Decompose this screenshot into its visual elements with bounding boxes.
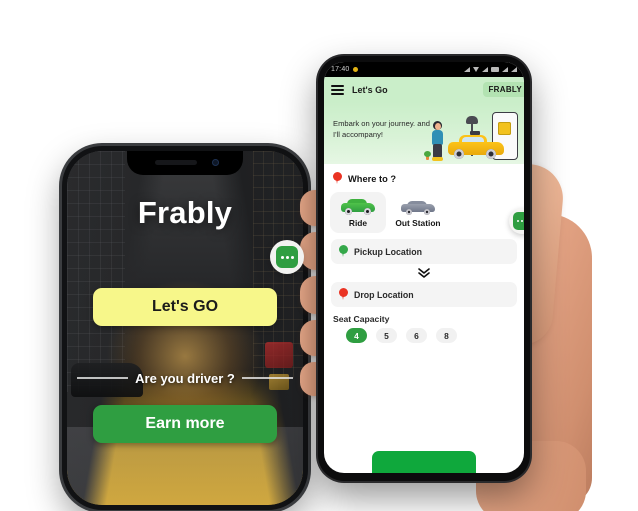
left-phone-more-options-fab[interactable] xyxy=(270,240,304,274)
woman-body xyxy=(432,130,443,145)
woman-face xyxy=(435,123,441,130)
left-phone-device: Frably Let's GO Are you driver ? Earn mo… xyxy=(62,146,308,510)
status-bar: 17:40 xyxy=(324,62,524,77)
hero-illustration xyxy=(424,104,522,164)
woman-legs xyxy=(433,144,442,158)
are-you-driver-label: Are you driver ? xyxy=(135,370,235,386)
location-pin-red-icon xyxy=(339,288,348,301)
hamburger-menu-icon[interactable] xyxy=(331,84,344,95)
brand-badge: FRABLY xyxy=(483,82,524,97)
green-car-icon xyxy=(341,198,375,215)
street-lamp-head xyxy=(466,116,478,124)
swap-locations-button[interactable] xyxy=(324,266,524,280)
street-sign-red xyxy=(265,342,293,369)
ride-mode-out-station[interactable]: Out Station xyxy=(390,192,446,233)
lets-go-button[interactable]: Let's GO xyxy=(93,288,277,326)
location-pin-green-icon xyxy=(339,245,348,258)
seat-capacity-label: Seat Capacity xyxy=(333,314,390,324)
taxi-illustration xyxy=(448,131,504,159)
right-phone-screen: 17:40 Let's Go FRABLY Embark on your jou… xyxy=(324,62,524,473)
primary-cta-wrapper xyxy=(324,451,524,473)
seat-option-6[interactable]: 6 xyxy=(406,328,427,343)
divider-line-right xyxy=(241,377,294,379)
grey-car-icon xyxy=(401,198,435,215)
app-bar-title: Let's Go xyxy=(352,84,388,95)
iphone-notch xyxy=(127,151,243,175)
hero-banner: Embark on your journey. and I'll accompa… xyxy=(324,102,524,164)
right-phone-more-options-fab[interactable] xyxy=(509,208,524,234)
seat-option-4[interactable]: 4 xyxy=(346,328,367,343)
potted-plant-icon xyxy=(424,151,431,160)
seat-option-5[interactable]: 5 xyxy=(376,328,397,343)
signal-2-icon xyxy=(482,67,488,72)
where-to-row: Where to ? xyxy=(324,164,524,192)
location-pin-red-icon xyxy=(333,172,342,185)
ride-mode-ride[interactable]: Ride xyxy=(330,192,386,233)
chevron-double-down-icon xyxy=(418,268,430,278)
pickup-location-label: Pickup Location xyxy=(354,246,422,257)
building-left xyxy=(67,151,125,392)
left-phone-screen: Frably Let's GO Are you driver ? Earn mo… xyxy=(67,151,303,505)
status-bar-left: 17:40 xyxy=(331,66,358,73)
ride-mode-out-station-label: Out Station xyxy=(395,218,441,228)
status-time: 17:40 xyxy=(331,66,350,73)
battery-2-icon xyxy=(511,67,517,72)
taxi-wheel-front xyxy=(454,149,464,159)
pickup-location-field[interactable]: Pickup Location xyxy=(331,239,517,264)
status-bar-icons xyxy=(464,67,517,72)
taxi-top-sign xyxy=(470,131,480,135)
woman-shoes xyxy=(432,157,443,161)
are-you-driver-divider: Are you driver ? xyxy=(77,369,294,387)
signal-icon xyxy=(464,67,470,72)
seat-option-8[interactable]: 8 xyxy=(436,328,457,343)
woman-illustration xyxy=(424,121,446,161)
seat-capacity-options: 4 5 6 8 xyxy=(324,328,524,343)
divider-line-left xyxy=(77,377,129,379)
app-brand-title: Frably xyxy=(137,195,233,230)
right-phone-device: 17:40 Let's Go FRABLY Embark on your jou… xyxy=(318,56,530,481)
primary-cta-button[interactable] xyxy=(372,451,476,473)
drop-location-label: Drop Location xyxy=(354,289,414,300)
battery-icon xyxy=(502,67,508,72)
hero-text: Embark on your journey. and I'll accompa… xyxy=(333,119,430,139)
left-phone-bezel: Frably Let's GO Are you driver ? Earn mo… xyxy=(67,151,303,505)
app-bar: Let's Go FRABLY xyxy=(324,77,524,102)
ride-mode-ride-label: Ride xyxy=(348,218,368,228)
front-camera-icon xyxy=(212,159,219,166)
screenshot-stage: Frably Let's GO Are you driver ? Earn mo… xyxy=(0,0,638,511)
speaker-grille-icon xyxy=(155,160,197,165)
wifi-icon xyxy=(473,67,479,72)
more-options-icon xyxy=(276,246,298,268)
taxi-wheel-rear xyxy=(486,149,496,159)
more-options-icon xyxy=(513,212,524,230)
indicator-icon xyxy=(491,67,499,72)
notification-dot-icon xyxy=(352,67,358,72)
earn-more-button[interactable]: Earn more xyxy=(93,405,277,443)
where-to-label: Where to ? xyxy=(348,173,397,184)
ride-mode-row: Ride Out Station xyxy=(324,192,524,239)
drop-location-field[interactable]: Drop Location xyxy=(331,282,517,307)
